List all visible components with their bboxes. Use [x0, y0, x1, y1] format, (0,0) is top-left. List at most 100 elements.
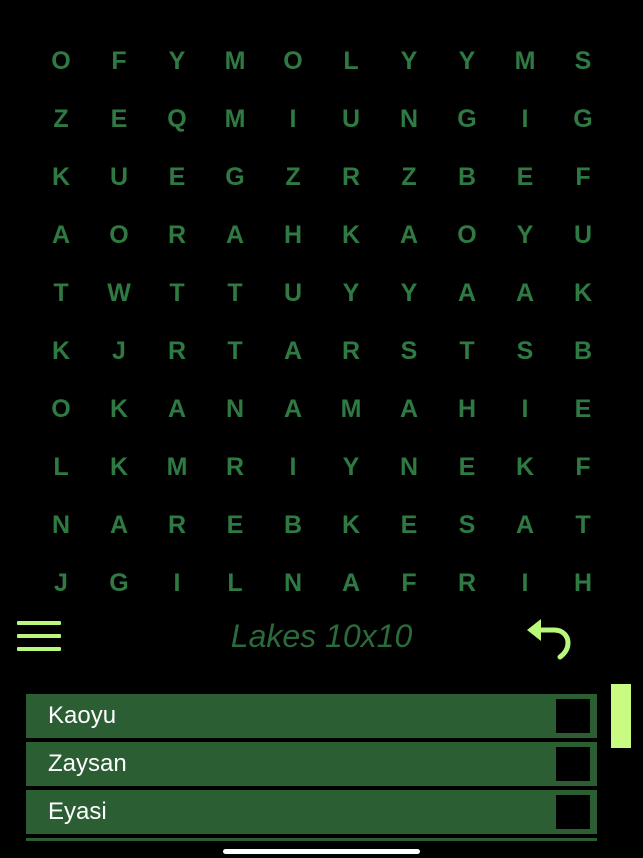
grid-letter-cell[interactable]: T — [148, 264, 206, 322]
grid-letter-cell[interactable]: T — [206, 322, 264, 380]
grid-letter-cell[interactable]: A — [148, 380, 206, 438]
grid-letter-cell[interactable]: I — [148, 554, 206, 612]
grid-letter-cell[interactable]: E — [438, 438, 496, 496]
grid-letter-cell[interactable]: E — [496, 148, 554, 206]
grid-letter-cell[interactable]: T — [206, 264, 264, 322]
grid-letter-cell[interactable]: K — [322, 496, 380, 554]
grid-letter-cell[interactable]: M — [206, 32, 264, 90]
grid-letter-cell[interactable]: H — [438, 380, 496, 438]
grid-letter-cell[interactable]: L — [322, 32, 380, 90]
grid-letter-cell[interactable]: S — [380, 322, 438, 380]
grid-letter-cell[interactable]: Y — [322, 264, 380, 322]
grid-letter-cell[interactable]: A — [438, 264, 496, 322]
grid-letter-cell[interactable]: Y — [148, 32, 206, 90]
grid-letter-cell[interactable]: A — [206, 206, 264, 264]
grid-letter-cell[interactable]: G — [206, 148, 264, 206]
grid-letter-cell[interactable]: F — [554, 438, 612, 496]
grid-letter-cell[interactable]: K — [554, 264, 612, 322]
grid-letter-cell[interactable]: O — [264, 32, 322, 90]
grid-letter-cell[interactable]: L — [32, 438, 90, 496]
grid-letter-cell[interactable]: J — [90, 322, 148, 380]
grid-letter-cell[interactable]: Z — [380, 148, 438, 206]
grid-letter-cell[interactable]: I — [264, 438, 322, 496]
grid-letter-cell[interactable]: S — [496, 322, 554, 380]
grid-letter-cell[interactable]: K — [90, 438, 148, 496]
grid-letter-cell[interactable]: O — [32, 32, 90, 90]
grid-letter-cell[interactable]: U — [90, 148, 148, 206]
grid-letter-cell[interactable]: O — [438, 206, 496, 264]
word-list-item[interactable]: Zaysan — [26, 742, 597, 786]
grid-letter-cell[interactable]: E — [380, 496, 438, 554]
grid-letter-cell[interactable]: G — [90, 554, 148, 612]
grid-letter-cell[interactable]: A — [322, 554, 380, 612]
grid-letter-cell[interactable]: E — [148, 148, 206, 206]
grid-letter-cell[interactable]: O — [32, 380, 90, 438]
grid-letter-cell[interactable]: E — [206, 496, 264, 554]
grid-letter-cell[interactable]: A — [32, 206, 90, 264]
grid-letter-cell[interactable]: G — [438, 90, 496, 148]
grid-letter-cell[interactable]: M — [496, 32, 554, 90]
undo-icon[interactable] — [524, 614, 574, 660]
grid-letter-cell[interactable]: B — [264, 496, 322, 554]
grid-letter-cell[interactable]: J — [32, 554, 90, 612]
grid-letter-cell[interactable]: K — [322, 206, 380, 264]
word-found-checkbox[interactable] — [555, 746, 591, 782]
grid-letter-cell[interactable]: R — [148, 496, 206, 554]
grid-letter-cell[interactable]: Y — [380, 32, 438, 90]
grid-letter-cell[interactable]: M — [148, 438, 206, 496]
grid-letter-cell[interactable]: Q — [148, 90, 206, 148]
word-found-checkbox[interactable] — [555, 794, 591, 830]
grid-letter-cell[interactable]: H — [264, 206, 322, 264]
grid-letter-cell[interactable]: Z — [264, 148, 322, 206]
hamburger-menu-icon[interactable] — [17, 619, 61, 653]
grid-letter-cell[interactable]: R — [206, 438, 264, 496]
grid-letter-cell[interactable]: T — [554, 496, 612, 554]
grid-letter-cell[interactable]: F — [380, 554, 438, 612]
grid-letter-cell[interactable]: A — [380, 206, 438, 264]
word-list-item[interactable]: Eyasi — [26, 790, 597, 834]
word-list-scrollbar[interactable] — [611, 684, 631, 748]
grid-letter-cell[interactable]: T — [32, 264, 90, 322]
grid-letter-cell[interactable]: U — [264, 264, 322, 322]
grid-letter-cell[interactable]: N — [206, 380, 264, 438]
grid-letter-cell[interactable]: K — [32, 322, 90, 380]
grid-letter-cell[interactable]: M — [322, 380, 380, 438]
grid-letter-cell[interactable]: B — [438, 148, 496, 206]
grid-letter-cell[interactable]: Y — [380, 264, 438, 322]
grid-letter-cell[interactable]: F — [554, 148, 612, 206]
grid-letter-cell[interactable]: A — [496, 496, 554, 554]
grid-letter-cell[interactable]: N — [380, 90, 438, 148]
word-list-item[interactable]: Kaoyu — [26, 694, 597, 738]
grid-letter-cell[interactable]: Y — [322, 438, 380, 496]
grid-letter-cell[interactable]: L — [206, 554, 264, 612]
grid-letter-cell[interactable]: G — [554, 90, 612, 148]
grid-letter-cell[interactable]: O — [90, 206, 148, 264]
grid-letter-cell[interactable]: A — [380, 380, 438, 438]
grid-letter-cell[interactable]: A — [496, 264, 554, 322]
grid-letter-cell[interactable]: W — [90, 264, 148, 322]
grid-letter-cell[interactable]: Y — [438, 32, 496, 90]
grid-letter-cell[interactable]: I — [496, 554, 554, 612]
grid-letter-cell[interactable]: R — [438, 554, 496, 612]
grid-letter-cell[interactable]: I — [496, 380, 554, 438]
grid-letter-cell[interactable]: N — [380, 438, 438, 496]
grid-letter-cell[interactable]: I — [496, 90, 554, 148]
grid-letter-cell[interactable]: T — [438, 322, 496, 380]
grid-letter-cell[interactable]: U — [322, 90, 380, 148]
grid-letter-cell[interactable]: Z — [32, 90, 90, 148]
grid-letter-cell[interactable]: Y — [496, 206, 554, 264]
word-found-checkbox[interactable] — [555, 698, 591, 734]
grid-letter-cell[interactable]: I — [264, 90, 322, 148]
grid-letter-cell[interactable]: H — [554, 554, 612, 612]
grid-letter-cell[interactable]: K — [496, 438, 554, 496]
grid-letter-cell[interactable]: A — [264, 380, 322, 438]
grid-letter-cell[interactable]: K — [90, 380, 148, 438]
grid-letter-cell[interactable]: U — [554, 206, 612, 264]
grid-letter-cell[interactable]: R — [322, 148, 380, 206]
grid-letter-cell[interactable]: M — [206, 90, 264, 148]
grid-letter-cell[interactable]: E — [554, 380, 612, 438]
grid-letter-cell[interactable]: A — [90, 496, 148, 554]
grid-letter-cell[interactable]: B — [554, 322, 612, 380]
grid-letter-cell[interactable]: R — [148, 322, 206, 380]
grid-letter-cell[interactable]: N — [32, 496, 90, 554]
